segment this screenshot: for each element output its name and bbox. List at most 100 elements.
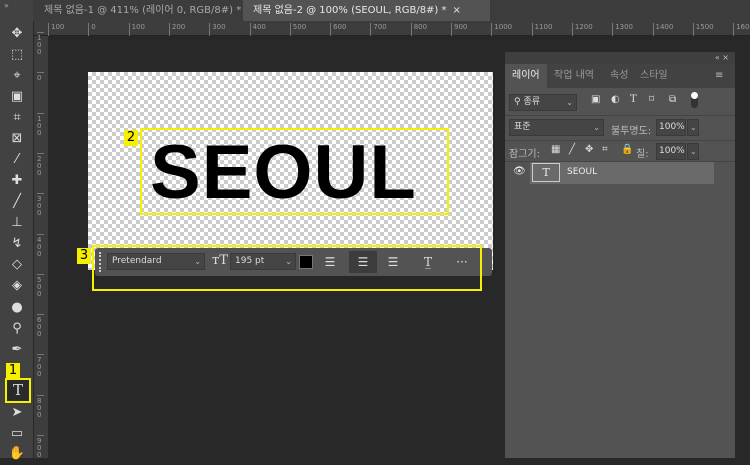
- ruler-label: 600: [37, 314, 44, 338]
- blend-mode-value: 표준: [514, 122, 531, 132]
- ruler-label: 400: [37, 233, 44, 258]
- annotation-3: 3: [77, 248, 91, 264]
- ruler-label: 200: [37, 152, 44, 177]
- filter-kind-select[interactable]: ⚲ 종류 ⌄: [509, 94, 577, 111]
- chevron-down-icon: ⌄: [593, 123, 600, 132]
- visibility-eye-icon[interactable]: 👁: [513, 166, 526, 177]
- pen-tool-icon[interactable]: ✒: [6, 339, 28, 361]
- ruler-label: 1100: [531, 23, 552, 36]
- lock-position-icon[interactable]: ✥: [585, 144, 593, 155]
- type-tool-icon[interactable]: T: [5, 378, 31, 403]
- tab-document-1[interactable]: 제목 없음-1 @ 411% (레이어 0, RGB/8#) *×: [34, 0, 266, 21]
- lock-transparent-icon[interactable]: ▦: [551, 144, 560, 155]
- blur-tool-icon[interactable]: ●: [6, 297, 28, 319]
- smart-object-filter-icon[interactable]: ⧉: [669, 94, 676, 105]
- tools-panel: ✥ ⬚ ⌖ ▣ ⌗ ⊠ ⁄ ✚ ╱ ⊥ ↯ ◇ ◈ ● ⚲ ✒ 1 T ➤ ▭ …: [0, 21, 33, 461]
- healing-brush-tool-icon[interactable]: ✚: [6, 170, 28, 192]
- tab-label: 제목 없음-2 @ 100% (SEOUL, RGB/8#) *: [253, 5, 447, 16]
- lock-image-icon[interactable]: ╱: [569, 144, 575, 155]
- brush-tool-icon[interactable]: ╱: [6, 191, 28, 213]
- ruler-label: 500: [37, 273, 44, 298]
- opacity-dropdown[interactable]: ⌄: [687, 119, 699, 136]
- shape-filter-icon[interactable]: ⌑: [649, 94, 654, 105]
- pixel-filter-icon[interactable]: ▣: [591, 94, 600, 105]
- blend-mode-select[interactable]: 표준 ⌄: [509, 119, 604, 136]
- move-tool-icon[interactable]: ✥: [6, 23, 28, 45]
- lasso-tool-icon[interactable]: ⌖: [6, 65, 28, 87]
- dodge-tool-icon[interactable]: ⚲: [6, 318, 28, 340]
- opacity-input[interactable]: 100%: [656, 119, 686, 136]
- paint-bucket-tool-icon[interactable]: ◈: [6, 275, 28, 297]
- panel-tabs: 레이어 작업 내역 속성 스타일 ≡: [505, 64, 735, 88]
- ruler-label: 100: [128, 23, 145, 36]
- panel-controls[interactable]: « ×: [505, 52, 735, 64]
- tab-label: 제목 없음-1 @ 411% (레이어 0, RGB/8#) *: [44, 5, 242, 16]
- lock-all-icon[interactable]: 🔒: [621, 144, 633, 155]
- ruler-label: 0: [37, 72, 44, 82]
- filter-toggle[interactable]: [691, 92, 698, 108]
- rectangle-tool-icon[interactable]: ▭: [6, 423, 28, 445]
- layer-item[interactable]: T SEOUL: [530, 162, 714, 184]
- eyedropper-tool-icon[interactable]: ⁄: [6, 149, 28, 171]
- collapse-toolbar-button[interactable]: »: [0, 0, 33, 21]
- ruler-label: 1600: [733, 23, 750, 36]
- filter-kind-value: 종류: [523, 97, 541, 107]
- stamp-tool-icon[interactable]: ⊥: [6, 212, 28, 234]
- ruler-label: 800: [37, 394, 44, 419]
- ruler-label: 500: [289, 23, 306, 36]
- adjustment-filter-icon[interactable]: ◐: [611, 94, 620, 105]
- ruler-label: 600: [330, 23, 346, 36]
- opacity-label: 불투명도:: [611, 126, 652, 137]
- layer-name: SEOUL: [567, 167, 598, 177]
- tab-properties[interactable]: 속성: [603, 64, 635, 88]
- ruler-label: 400: [249, 23, 266, 36]
- ruler-label: 100: [48, 23, 64, 36]
- ruler-label: 800: [410, 23, 427, 36]
- ruler-label: 700: [37, 354, 44, 378]
- blend-row: 표준 ⌄ 불투명도: 100% ⌄: [505, 116, 735, 141]
- chevron-down-icon: ⌄: [566, 98, 573, 107]
- history-brush-tool-icon[interactable]: ↯: [6, 233, 28, 255]
- options-bar-highlight: [92, 245, 482, 291]
- ruler-label: 700: [370, 23, 387, 36]
- fill-input[interactable]: 100%: [656, 143, 686, 160]
- ruler-label: 1000: [491, 23, 512, 36]
- annotation-2: 2: [124, 130, 138, 146]
- panel-menu-icon[interactable]: ≡: [715, 70, 723, 81]
- marquee-tool-icon[interactable]: ⬚: [6, 44, 28, 66]
- tab-layers[interactable]: 레이어: [505, 64, 547, 88]
- horizontal-ruler[interactable]: 100 0 100 200 300 400 500 600 700 800 900 1000 1100 1…: [34, 21, 750, 36]
- tab-history[interactable]: 작업 내역: [547, 64, 601, 88]
- canvas-text-layer[interactable]: SEOUL: [150, 130, 417, 216]
- chevron-down-icon: ⌄: [690, 123, 697, 132]
- type-filter-icon[interactable]: T: [630, 94, 637, 105]
- lock-label: 잠그기:: [509, 149, 540, 160]
- ruler-label: 0: [88, 23, 96, 36]
- vertical-ruler[interactable]: 100 0 100 200 300 400 500 600 700 800 900: [34, 32, 48, 459]
- frame-tool-icon[interactable]: ⊠: [6, 128, 28, 150]
- layer-thumbnail: T: [532, 163, 560, 182]
- ruler-label: 1500: [692, 23, 714, 36]
- layers-panel: « × 레이어 작업 내역 속성 스타일 ≡ ⚲ 종류 ⌄ ▣ ◐ T ⌑ ⧉ 표…: [505, 52, 735, 458]
- fill-dropdown[interactable]: ⌄: [687, 143, 699, 160]
- ruler-label: 900: [37, 435, 44, 459]
- object-select-tool-icon[interactable]: ▣: [6, 86, 28, 108]
- eraser-tool-icon[interactable]: ◇: [6, 254, 28, 276]
- crop-tool-icon[interactable]: ⌗: [6, 107, 28, 129]
- ruler-label: 1300: [612, 23, 633, 36]
- ruler-label: 100: [37, 112, 44, 137]
- hand-tool-icon[interactable]: ✋: [6, 443, 28, 465]
- ruler-label: 300: [37, 193, 44, 217]
- fill-label: 칠:: [636, 149, 649, 160]
- path-select-tool-icon[interactable]: ➤: [6, 402, 28, 424]
- tab-document-2[interactable]: 제목 없음-2 @ 100% (SEOUL, RGB/8#) * ×: [243, 0, 490, 21]
- tab-styles[interactable]: 스타일: [633, 64, 675, 88]
- ruler-label: 1200: [571, 23, 593, 36]
- lock-artboard-icon[interactable]: ⌗: [602, 144, 608, 155]
- ruler-label: 900: [451, 23, 467, 36]
- close-icon[interactable]: ×: [453, 5, 461, 16]
- ruler-label: 300: [209, 23, 226, 36]
- lock-row: 잠그기: ▦ ╱ ✥ ⌗ 🔒 칠: 100% ⌄: [505, 141, 735, 162]
- ruler-label: 1400: [652, 23, 673, 36]
- document-tab-bar: » 제목 없음-1 @ 411% (레이어 0, RGB/8#) *× 제목 없…: [0, 0, 750, 21]
